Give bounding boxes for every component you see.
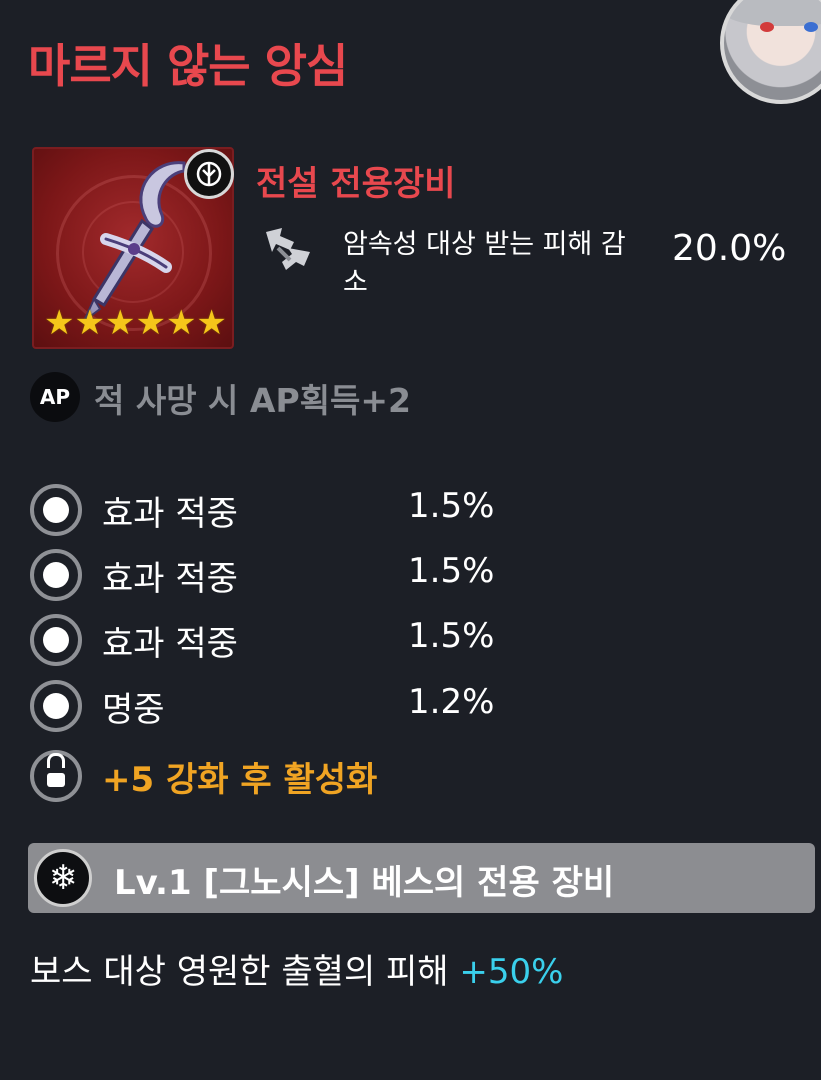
substat-value: 1.5% <box>408 616 495 656</box>
item-title: 마르지 않는 앙심 <box>28 39 348 93</box>
star-icon: ★ <box>44 303 75 343</box>
substat-name: 효과 적중 <box>102 559 238 599</box>
substat-dot-icon <box>30 614 82 666</box>
star-icon: ★ <box>135 303 166 343</box>
substat-dot-icon <box>30 680 82 732</box>
substat-value: 1.5% <box>408 551 495 591</box>
set-effect-description: 보스 대상 영원한 출혈의 피해 <box>30 952 460 992</box>
main-stat-value: 20.0% <box>672 228 787 269</box>
set-bonus-label: Lv.1 [그노시스] 베스의 전용 장비 <box>114 863 615 903</box>
star-icon: ★ <box>104 303 136 343</box>
substat-dot-icon <box>30 549 82 601</box>
exclusive-badge-icon <box>184 149 234 199</box>
star-icon: ★ <box>196 303 227 343</box>
substat-row: 명중 1.2% <box>30 680 494 732</box>
locked-substat-text: +5 강화 후 활성화 <box>102 760 378 800</box>
item-grade: 전설 전용장비 <box>256 164 456 204</box>
substat-value: 1.2% <box>408 682 495 722</box>
character-avatar[interactable] <box>720 0 821 104</box>
lock-icon <box>30 750 82 802</box>
set-effect-text: 보스 대상 영원한 출혈의 피해 +50% <box>30 944 563 993</box>
star-icon: ★ <box>165 303 197 343</box>
set-bonus-bar[interactable]: ❄ Lv.1 [그노시스] 베스의 전용 장비 <box>28 843 815 913</box>
star-icon: ★ <box>74 303 105 343</box>
substat-row: 효과 적중 1.5% <box>30 549 494 601</box>
substat-name: 효과 적중 <box>102 624 238 664</box>
substat-dot-icon <box>30 484 82 536</box>
damage-reduction-icon <box>266 228 310 270</box>
substat-row: 효과 적중 1.5% <box>30 484 494 536</box>
substat-name: 명중 <box>102 690 165 730</box>
snowflake-icon: ❄ <box>34 849 92 907</box>
substat-name: 효과 적중 <box>102 494 238 534</box>
set-effect-value: +50% <box>459 952 564 992</box>
star-rating: ★ ★ ★ ★ ★ ★ <box>44 306 227 340</box>
substat-row: 효과 적중 1.5% <box>30 614 494 666</box>
ap-effect-text: 적 사망 시 AP획득+2 <box>94 381 411 420</box>
ap-icon: AP <box>30 372 80 422</box>
locked-substat-row: +5 강화 후 활성화 <box>30 750 377 802</box>
main-stat-label: 암속성 대상 받는 피해 감소 <box>343 229 626 298</box>
substat-value: 1.5% <box>408 486 495 526</box>
